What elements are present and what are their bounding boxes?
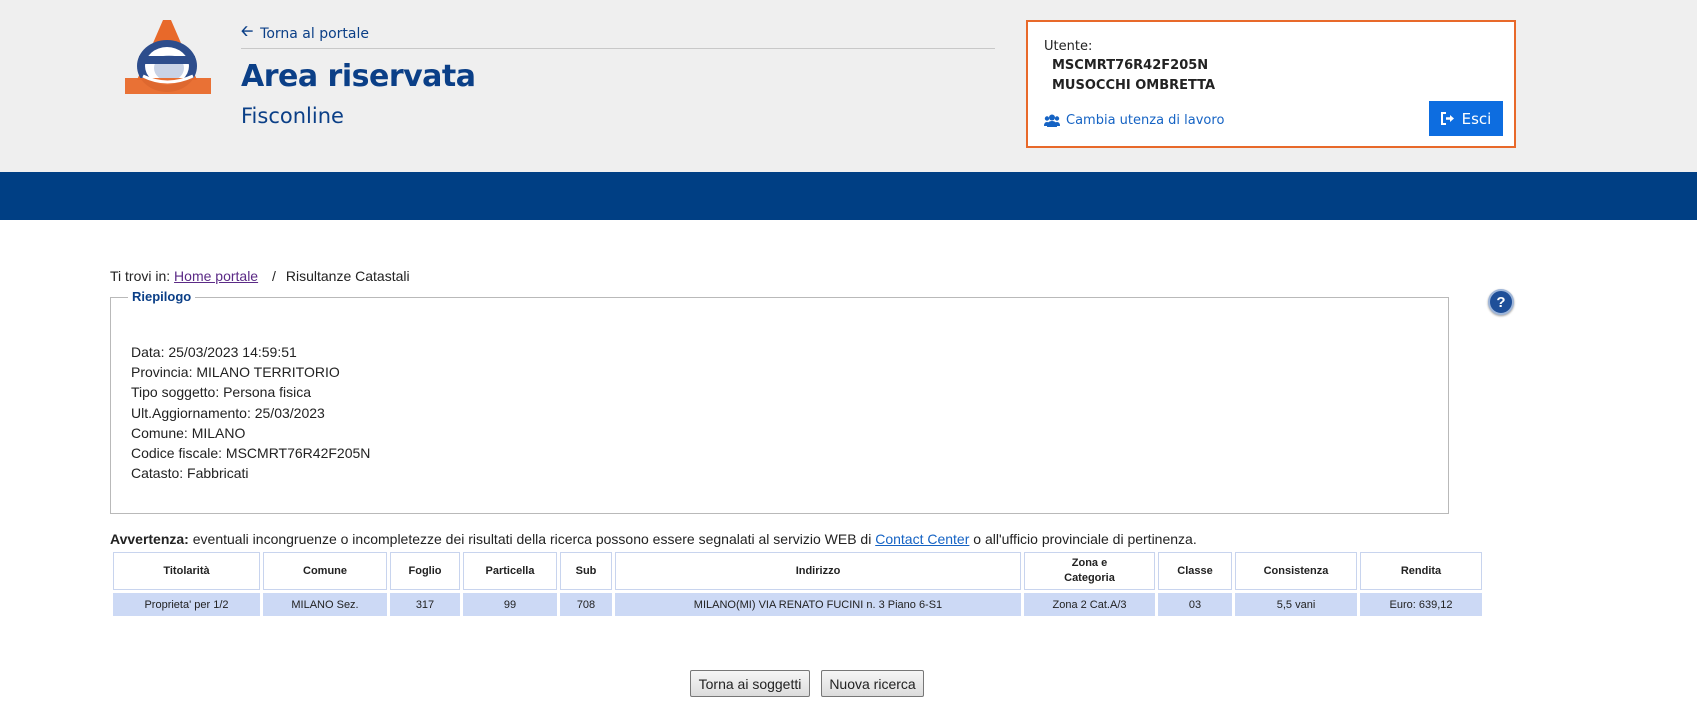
cell-foglio: 317 bbox=[390, 593, 460, 616]
cell-titolarita: Proprieta' per 1/2 bbox=[113, 593, 260, 616]
breadcrumb-home-link[interactable]: Home portale bbox=[174, 268, 258, 284]
cell-comune: MILANO Sez. bbox=[263, 593, 387, 616]
column-header-particella: Particella bbox=[463, 552, 557, 590]
table-row: Proprieta' per 1/2 MILANO Sez. 317 99 70… bbox=[113, 593, 1482, 616]
column-header-categoria: Categoria bbox=[1064, 572, 1115, 584]
agenzia-entrate-logo bbox=[125, 20, 211, 94]
column-header-zona-categoria: Zona e Categoria bbox=[1024, 552, 1155, 590]
back-link-label: Torna al portale bbox=[260, 25, 370, 42]
column-header-classe: Classe bbox=[1158, 552, 1232, 590]
cell-sub: 708 bbox=[560, 593, 612, 616]
navigation-band bbox=[0, 172, 1697, 220]
summary-date: Data: 25/03/2023 14:59:51 bbox=[131, 344, 297, 360]
user-label: Utente: bbox=[1044, 39, 1093, 54]
warning-text-after: o all'ufficio provinciale di pertinenza. bbox=[969, 531, 1197, 547]
results-table: Titolarità Comune Foglio Particella Sub … bbox=[110, 549, 1485, 619]
change-user-label: Cambia utenza di lavoro bbox=[1066, 113, 1225, 128]
contact-center-link[interactable]: Contact Center bbox=[875, 531, 969, 547]
warning-notice: Avvertenza: eventuali incongruenze o inc… bbox=[110, 531, 1197, 547]
back-to-subjects-button[interactable]: Torna ai soggetti bbox=[690, 670, 810, 697]
cell-classe: 03 bbox=[1158, 593, 1232, 616]
warning-text-before: eventuali incongruenze o incompletezze d… bbox=[188, 531, 876, 547]
column-header-rendita: Rendita bbox=[1360, 552, 1482, 590]
breadcrumb-separator: / bbox=[271, 268, 276, 284]
change-user-link[interactable]: Cambia utenza di lavoro bbox=[1044, 113, 1224, 128]
column-header-sub: Sub bbox=[560, 552, 612, 590]
logout-button[interactable]: Esci bbox=[1429, 101, 1503, 136]
warning-label: Avvertenza: bbox=[110, 531, 189, 547]
user-panel: Utente: MSCMRT76R42F205N MUSOCCHI OMBRET… bbox=[1026, 20, 1516, 148]
breadcrumb-prefix: Ti trovi in: bbox=[110, 268, 171, 284]
summary-comune: Comune: MILANO bbox=[131, 424, 246, 441]
arrow-left-icon: 🡠 bbox=[241, 22, 254, 40]
cell-zona-categoria: Zona 2 Cat.A/3 bbox=[1024, 593, 1155, 616]
summary-tipo-soggetto: Tipo soggetto: Persona fisica bbox=[131, 384, 312, 401]
users-icon bbox=[1044, 114, 1060, 127]
summary-provincia: Provincia: MILANO TERRITORIO bbox=[131, 364, 340, 381]
breadcrumb: Ti trovi in: Home portale / Risultanze Ca… bbox=[110, 268, 410, 284]
summary-aggiornamento: Ult.Aggiornamento: 25/03/2023 bbox=[131, 404, 325, 421]
summary-catasto: Catasto: Fabbricati bbox=[131, 465, 249, 482]
sign-out-icon bbox=[1440, 112, 1454, 125]
column-header-consistenza: Consistenza bbox=[1235, 552, 1357, 590]
page-title: Area riservata bbox=[241, 59, 476, 94]
summary-legend: Riepilogo bbox=[128, 289, 196, 304]
table-header-row: Titolarità Comune Foglio Particella Sub … bbox=[113, 552, 1482, 590]
column-header-zona: Zona e bbox=[1071, 557, 1108, 569]
logout-label: Esci bbox=[1461, 109, 1492, 128]
column-header-comune: Comune bbox=[263, 552, 387, 590]
cell-indirizzo: MILANO(MI) VIA RENATO FUCINI n. 3 Piano … bbox=[615, 593, 1021, 616]
portal-header: 🡠 Torna al portale Area riservata Fiscon… bbox=[0, 0, 1697, 172]
help-icon[interactable]: ? bbox=[1488, 289, 1514, 315]
cell-consistenza: 5,5 vani bbox=[1235, 593, 1357, 616]
column-header-indirizzo: Indirizzo bbox=[615, 552, 1021, 590]
user-codice-fiscale: MSCMRT76R42F205N bbox=[1052, 58, 1209, 73]
new-search-button[interactable]: Nuova ricerca bbox=[821, 670, 924, 697]
page-subtitle: Fisconline bbox=[241, 104, 344, 128]
user-name: MUSOCCHI OMBRETTA bbox=[1052, 78, 1216, 93]
breadcrumb-current: Risultanze Catastali bbox=[285, 268, 410, 284]
cell-particella: 99 bbox=[463, 593, 557, 616]
back-to-portal-link[interactable]: 🡠 Torna al portale bbox=[241, 21, 369, 46]
column-header-foglio: Foglio bbox=[390, 552, 460, 590]
summary-codice-fiscale: Codice fiscale: MSCMRT76R42F205N bbox=[131, 445, 371, 462]
column-header-titolarita: Titolarità bbox=[113, 552, 260, 590]
summary-details: Data: 25/03/2023 14:59:51 Provincia: MIL… bbox=[131, 342, 370, 483]
cell-rendita: Euro: 639,12 bbox=[1360, 593, 1482, 616]
header-divider bbox=[241, 48, 995, 49]
